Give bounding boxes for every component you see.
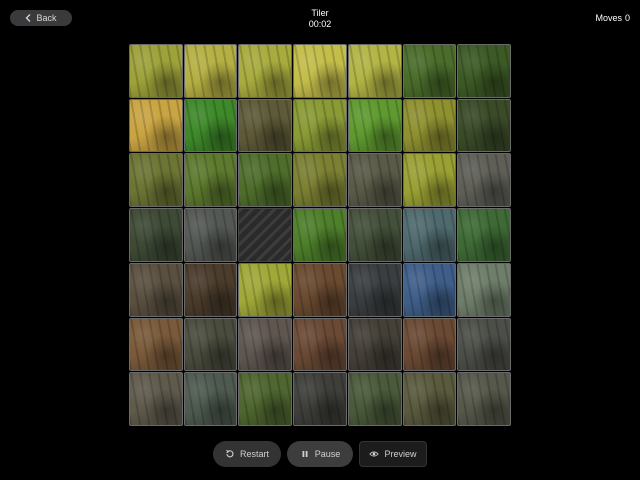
puzzle-tile[interactable] [457,262,511,317]
empty-slot[interactable] [238,208,293,262]
game-title: Tiler [311,8,329,18]
puzzle-tile[interactable] [129,44,183,98]
puzzle-tile[interactable] [293,44,347,98]
preview-button[interactable]: Preview [359,441,427,467]
puzzle-tile[interactable] [129,262,183,317]
puzzle-tile[interactable] [238,153,293,208]
pause-label: Pause [314,449,341,459]
puzzle-tile[interactable] [402,208,457,262]
puzzle-tile[interactable] [457,153,511,208]
puzzle-tile[interactable] [347,372,402,426]
puzzle-tile[interactable] [183,44,238,98]
puzzle-tile[interactable] [293,153,347,208]
puzzle-tile[interactable] [402,372,457,426]
puzzle-tile[interactable] [293,98,347,153]
puzzle-tile[interactable] [129,208,183,262]
puzzle-tile[interactable] [183,153,238,208]
puzzle-tile[interactable] [293,262,347,317]
puzzle-tile[interactable] [347,44,402,98]
restart-button[interactable]: Restart [213,441,281,467]
eye-icon [369,451,380,457]
puzzle-tile[interactable] [347,153,402,208]
puzzle-tile[interactable] [293,208,347,262]
puzzle-tile[interactable] [347,262,402,317]
puzzle-tile[interactable] [402,98,457,153]
puzzle-tile[interactable] [402,262,457,317]
puzzle-tile[interactable] [402,44,457,98]
puzzle-tile[interactable] [402,153,457,208]
moves-count: 0 [624,13,630,23]
puzzle-tile[interactable] [183,262,238,317]
moves-counter: Moves 0 [595,13,630,23]
puzzle-tile[interactable] [347,98,402,153]
puzzle-tile[interactable] [347,317,402,372]
moves-label: Moves [595,13,622,23]
puzzle-tile[interactable] [183,208,238,262]
puzzle-tile[interactable] [238,44,293,98]
restart-icon [226,449,234,458]
timer: 00:02 [308,19,332,29]
puzzle-tile[interactable] [293,372,347,426]
puzzle-tile[interactable] [402,317,457,372]
puzzle-tile[interactable] [457,208,511,262]
puzzle-board [129,44,511,426]
puzzle-tile[interactable] [129,317,183,372]
puzzle-tile[interactable] [129,372,183,426]
puzzle-tile[interactable] [457,98,511,153]
preview-label: Preview [384,449,417,459]
pause-icon [302,451,308,457]
puzzle-tile[interactable] [238,98,293,153]
puzzle-tile[interactable] [238,372,293,426]
puzzle-tile[interactable] [457,317,511,372]
puzzle-tile[interactable] [238,317,293,372]
puzzle-tile[interactable] [238,262,293,317]
puzzle-tile[interactable] [129,153,183,208]
control-bar: Restart Pause Preview [0,441,640,467]
puzzle-tile[interactable] [347,208,402,262]
puzzle-tile[interactable] [183,317,238,372]
puzzle-tile[interactable] [183,372,238,426]
restart-label: Restart [239,449,269,459]
puzzle-tile[interactable] [129,98,183,153]
puzzle-tile[interactable] [457,44,511,98]
puzzle-tile[interactable] [457,372,511,426]
puzzle-tile[interactable] [183,98,238,153]
puzzle-tile[interactable] [293,317,347,372]
pause-button[interactable]: Pause [287,441,353,467]
